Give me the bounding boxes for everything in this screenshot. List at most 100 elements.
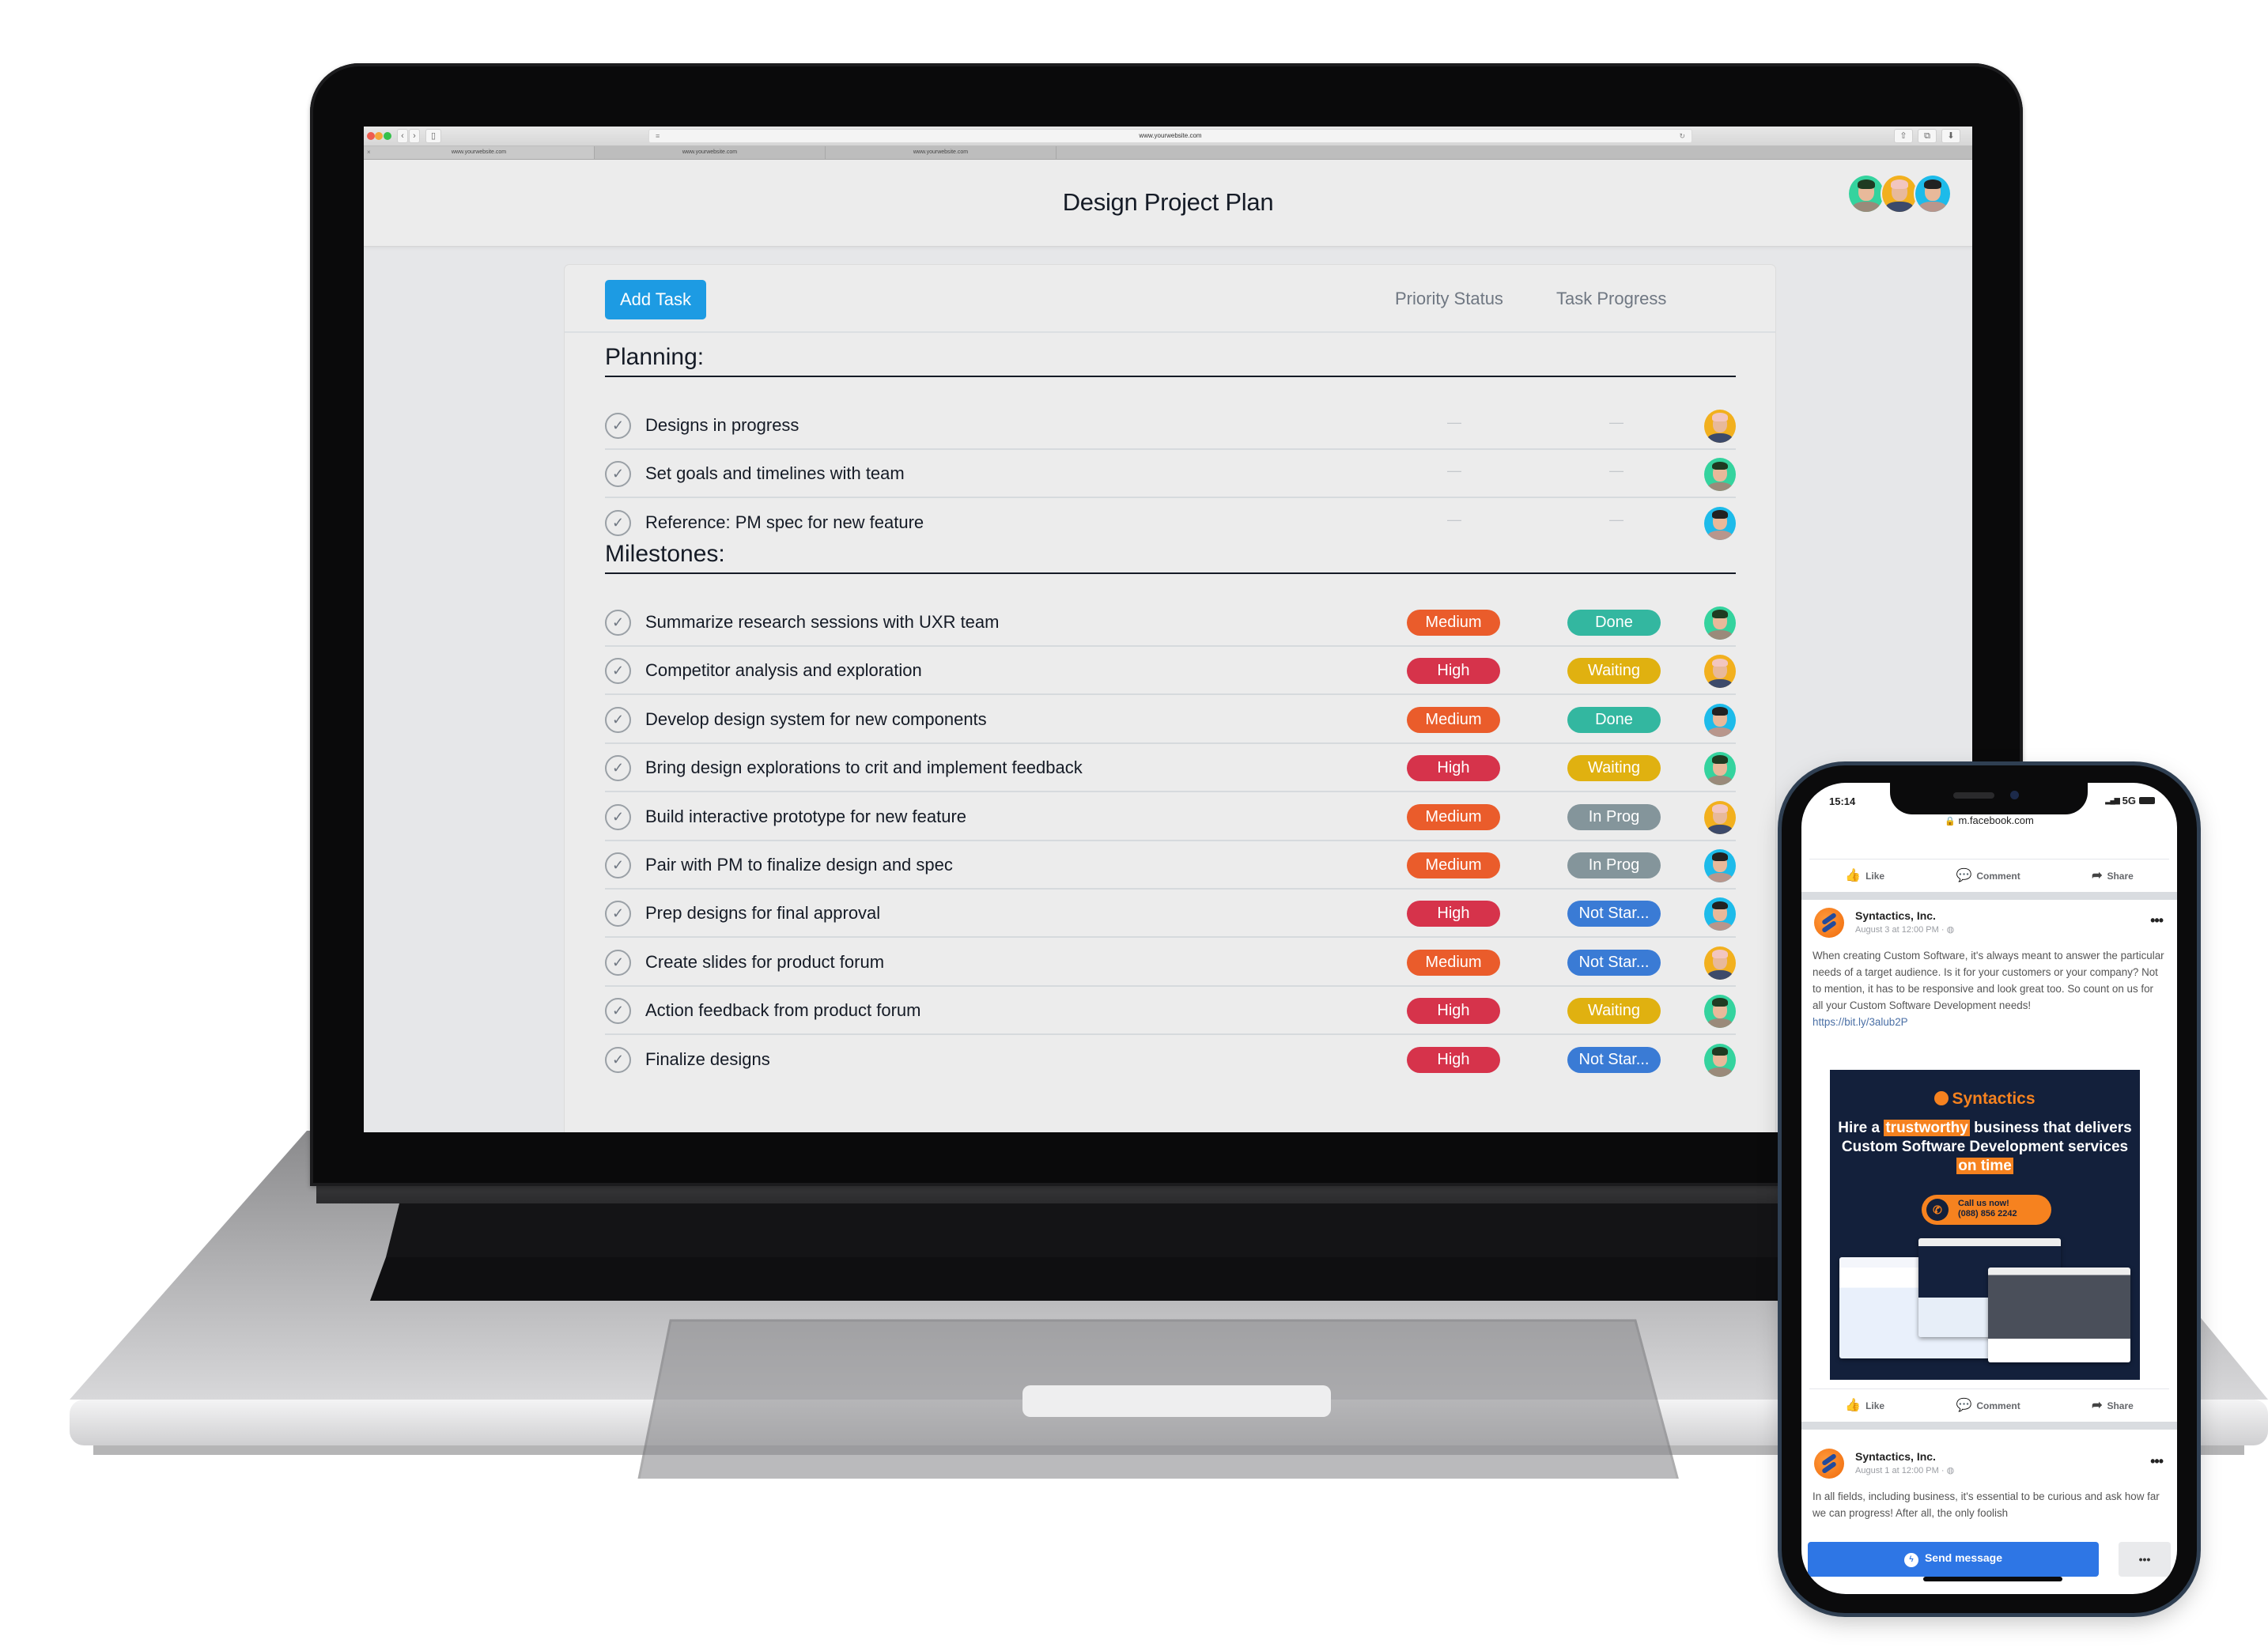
avatar[interactable] xyxy=(1704,897,1736,931)
avatar[interactable] xyxy=(1704,703,1736,737)
task-name[interactable]: Set goals and timelines with team xyxy=(645,463,905,484)
task-name[interactable]: Develop design system for new components xyxy=(645,709,987,730)
progress-badge[interactable]: Waiting xyxy=(1567,998,1661,1025)
progress-badge[interactable]: Done xyxy=(1567,610,1661,636)
tab-2[interactable]: www.yourwebsite.com xyxy=(595,146,826,159)
priority-badge[interactable]: Medium xyxy=(1407,610,1500,636)
progress-empty[interactable]: — xyxy=(1609,512,1624,528)
page-name[interactable]: Syntactics, Inc. xyxy=(1855,909,1936,922)
avatar[interactable] xyxy=(1704,849,1736,882)
priority-badge[interactable]: High xyxy=(1407,658,1500,685)
priority-empty[interactable]: — xyxy=(1447,414,1461,431)
send-message-button[interactable]: ϟ Send message xyxy=(1808,1542,2099,1577)
task-name[interactable]: Designs in progress xyxy=(645,415,799,436)
forward-icon[interactable]: › xyxy=(409,129,420,143)
page-name[interactable]: Syntactics, Inc. xyxy=(1855,1450,1936,1463)
priority-badge[interactable]: High xyxy=(1407,1046,1500,1073)
task-name[interactable]: Action feedback from product forum xyxy=(645,1000,921,1021)
avatar[interactable] xyxy=(1704,1043,1736,1077)
avatar[interactable] xyxy=(1704,752,1736,786)
complete-task-checkbox[interactable]: ✓ xyxy=(605,461,631,488)
task-progress-column-header[interactable]: Task Progress xyxy=(1556,289,1666,309)
task-row[interactable]: ✓ Bring design explorations to crit and i… xyxy=(605,744,1736,793)
progress-badge[interactable]: Waiting xyxy=(1567,658,1661,685)
avatar[interactable] xyxy=(1704,655,1736,689)
task-row[interactable]: ✓ Prep designs for final approval High Not … xyxy=(605,890,1736,939)
priority-badge[interactable]: Medium xyxy=(1407,949,1500,976)
priority-badge[interactable]: Medium xyxy=(1407,706,1500,733)
priority-status-column-header[interactable]: Priority Status xyxy=(1395,289,1503,309)
complete-task-checkbox[interactable]: ✓ xyxy=(605,658,631,685)
comment-button[interactable]: 💬 Comment xyxy=(1956,1397,2020,1413)
close-tab-icon[interactable]: × xyxy=(367,146,371,159)
task-row[interactable]: ✓ Action feedback from product forum High W… xyxy=(605,987,1736,1036)
complete-task-checkbox[interactable]: ✓ xyxy=(605,755,631,782)
post-more-icon[interactable]: ••• xyxy=(2150,1453,2164,1470)
progress-badge[interactable]: Not Star... xyxy=(1567,901,1661,928)
task-row[interactable]: ✓ Designs in progress — — xyxy=(605,402,1736,450)
post-link[interactable]: https://bit.ly/3alub2P xyxy=(1813,1016,1908,1028)
mobile-url-bar[interactable]: 🔒 m.facebook.com xyxy=(1801,814,2177,826)
minimize-window-button[interactable] xyxy=(375,132,383,140)
tab-1[interactable]: × www.yourwebsite.com xyxy=(364,146,595,159)
task-name[interactable]: Build interactive prototype for new feat… xyxy=(645,807,966,827)
team-avatars[interactable] xyxy=(1847,174,1952,213)
ad-image[interactable]: Syntactics Hire a trustworthy business t… xyxy=(1830,1070,2140,1380)
priority-badge[interactable]: High xyxy=(1407,755,1500,782)
more-options-button[interactable]: ••• xyxy=(2119,1542,2171,1577)
task-row[interactable]: ✓ Competitor analysis and exploration High… xyxy=(605,647,1736,696)
task-name[interactable]: Pair with PM to finalize design and spec xyxy=(645,855,953,875)
share-icon[interactable]: ⇧ xyxy=(1894,129,1913,143)
progress-empty[interactable]: — xyxy=(1609,414,1624,431)
task-name[interactable]: Prep designs for final approval xyxy=(645,903,880,924)
priority-empty[interactable]: — xyxy=(1447,512,1461,528)
avatar[interactable] xyxy=(1704,800,1736,834)
tab-3[interactable]: www.yourwebsite.com xyxy=(826,146,1057,159)
task-name[interactable]: Summarize research sessions with UXR tea… xyxy=(645,612,999,633)
task-name[interactable]: Bring design explorations to crit and im… xyxy=(645,757,1083,778)
avatar[interactable] xyxy=(1704,946,1736,980)
priority-badge[interactable]: Medium xyxy=(1407,852,1500,878)
progress-badge[interactable]: Not Star... xyxy=(1567,1046,1661,1073)
reload-icon[interactable]: ↻ xyxy=(1679,130,1685,142)
reader-icon[interactable]: ≡ xyxy=(656,130,660,142)
task-row[interactable]: ✓ Build interactive prototype for new fea… xyxy=(605,793,1736,841)
complete-task-checkbox[interactable]: ✓ xyxy=(605,413,631,439)
complete-task-checkbox[interactable]: ✓ xyxy=(605,610,631,636)
avatar[interactable] xyxy=(1704,506,1736,540)
complete-task-checkbox[interactable]: ✓ xyxy=(605,901,631,928)
task-row[interactable]: ✓ Create slides for product forum Medium No… xyxy=(605,939,1736,987)
progress-badge[interactable]: Done xyxy=(1567,706,1661,733)
priority-badge[interactable]: High xyxy=(1407,998,1500,1025)
task-row[interactable]: ✓ Summarize research sessions with UXR te… xyxy=(605,599,1736,647)
task-row[interactable]: ✓ Finalize designs High Not Star... xyxy=(605,1036,1736,1084)
task-row[interactable]: ✓ Pair with PM to finalize design and spe… xyxy=(605,841,1736,890)
close-window-button[interactable] xyxy=(367,132,375,140)
like-button[interactable]: 👍 Like xyxy=(1845,1397,1884,1413)
priority-badge[interactable]: High xyxy=(1407,901,1500,928)
complete-task-checkbox[interactable]: ✓ xyxy=(605,998,631,1025)
task-row[interactable]: ✓ Set goals and timelines with team — — xyxy=(605,450,1736,499)
tabs-overview-icon[interactable]: ⧉ xyxy=(1918,129,1937,143)
progress-empty[interactable]: — xyxy=(1609,463,1624,479)
sidebar-icon[interactable]: ▯ xyxy=(425,129,441,143)
add-task-button[interactable]: Add Task xyxy=(605,280,706,319)
task-row[interactable]: ✓ Reference: PM spec for new feature — — xyxy=(605,499,1736,547)
progress-badge[interactable]: Not Star... xyxy=(1567,949,1661,976)
like-button[interactable]: 👍 Like xyxy=(1845,867,1884,883)
task-row[interactable]: ✓ Develop design system for new component… xyxy=(605,696,1736,744)
zoom-window-button[interactable] xyxy=(384,132,391,140)
page-logo-icon[interactable] xyxy=(1814,1449,1844,1479)
task-name[interactable]: Create slides for product forum xyxy=(645,952,884,973)
task-name[interactable]: Competitor analysis and exploration xyxy=(645,660,922,681)
complete-task-checkbox[interactable]: ✓ xyxy=(605,852,631,878)
back-icon[interactable]: ‹ xyxy=(397,129,408,143)
avatar[interactable] xyxy=(1881,174,1918,213)
avatar[interactable] xyxy=(1914,174,1952,213)
priority-badge[interactable]: Medium xyxy=(1407,803,1500,830)
complete-task-checkbox[interactable]: ✓ xyxy=(605,706,631,733)
share-button[interactable]: ➦ Share xyxy=(2092,867,2134,883)
page-logo-icon[interactable] xyxy=(1814,908,1844,938)
avatar[interactable] xyxy=(1847,174,1885,213)
address-bar[interactable]: ≡ www.yourwebsite.com ↻ xyxy=(648,129,1692,143)
